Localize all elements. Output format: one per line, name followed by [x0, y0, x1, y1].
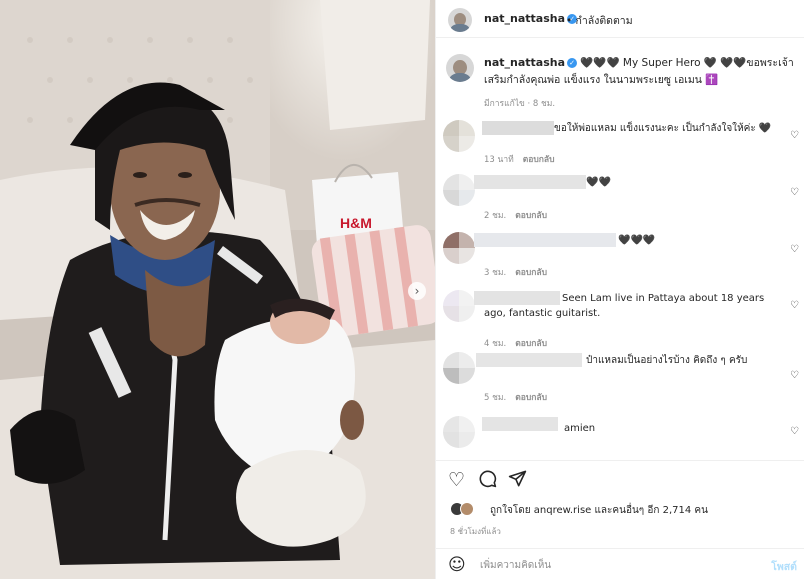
post-photo[interactable]: H&M ›: [0, 0, 435, 579]
comment-time: 2 ชม.: [484, 211, 507, 221]
reply-button[interactable]: ตอบกลับ: [515, 393, 547, 403]
comment-time: 3 ชม.: [484, 268, 507, 278]
author-username-text[interactable]: nat_nattasha: [484, 12, 565, 25]
commenter-avatar[interactable]: [443, 120, 475, 152]
comment-meta: 2 ชม. ตอบกลับ: [484, 208, 556, 222]
liker-avatar: [460, 502, 474, 516]
caption-avatar[interactable]: [446, 54, 474, 82]
comment-meta: 5 ชม. ตอบกลับ: [484, 390, 556, 404]
comment-input[interactable]: เพิ่มความคิดเห็น: [480, 558, 551, 573]
comment-item: 🖤🖤 2 ชม. ตอบกลับ ♡: [436, 172, 804, 228]
verified-badge-icon: ✓: [567, 58, 578, 68]
comment-like-heart-icon[interactable]: ♡: [790, 244, 799, 255]
commenter-avatar[interactable]: [443, 352, 475, 384]
commenter-avatar[interactable]: [443, 290, 475, 322]
comment-text: ขอให้พ่อแหลม แข็งแรงนะคะ เป็นกำลังใจให้ค…: [554, 123, 772, 134]
photo-illustration: H&M: [0, 0, 435, 579]
author-username[interactable]: nat_nattasha ✓: [484, 12, 578, 25]
comment-item: 🖤🖤🖤 3 ชม. ตอบกลับ ♡: [436, 230, 804, 286]
next-photo-button[interactable]: ›: [408, 282, 426, 300]
follow-status[interactable]: • กำลังติดตาม: [566, 12, 633, 29]
reply-button[interactable]: ตอบกลับ: [515, 268, 547, 278]
comment-like-heart-icon[interactable]: ♡: [790, 187, 799, 198]
caption-username[interactable]: nat_nattasha: [484, 56, 565, 69]
reply-button[interactable]: ตอบกลับ: [515, 211, 547, 221]
commenter-avatar[interactable]: [443, 232, 475, 264]
post-timestamp: 8 ชั่วโมงที่แล้ว: [450, 527, 501, 536]
comment-text: Seen Lam live in Pattaya about 18 years …: [484, 293, 765, 319]
shopping-bag-logo: H&M: [340, 215, 372, 231]
send-icon[interactable]: [508, 469, 527, 493]
reply-button[interactable]: ตอบกลับ: [523, 155, 555, 165]
commenter-avatar[interactable]: [443, 416, 475, 448]
comment-text: 🖤🖤🖤: [618, 235, 656, 246]
comment-text: 🖤🖤: [586, 177, 611, 188]
post-comment-button[interactable]: โพสต์: [771, 558, 797, 575]
comment-time: 5 ชม.: [484, 393, 507, 403]
author-avatar[interactable]: [448, 8, 472, 32]
comment-item: Seen Lam live in Pattaya about 18 years …: [436, 288, 804, 349]
emoji-icon[interactable]: ☺: [448, 555, 466, 575]
comment-time: 13 นาที: [484, 155, 514, 165]
commenter-username-blurred[interactable]: [476, 353, 582, 367]
caption-meta: มีการแก้ไข · 8 ชม.: [484, 99, 556, 109]
comment-like-heart-icon[interactable]: ♡: [790, 300, 799, 311]
comment-meta: 3 ชม. ตอบกลับ: [484, 265, 556, 279]
comment-text: amien: [564, 423, 596, 434]
commenter-username-blurred[interactable]: [482, 417, 558, 431]
commenter-username-blurred[interactable]: [474, 233, 616, 247]
comment-item: ป๋าแหลมเป็นอย่างไรบ้าง คิดถึง ๆ ครับ 5 ช…: [436, 350, 804, 406]
comment-text: ป๋าแหลมเป็นอย่างไรบ้าง คิดถึง ๆ ครับ: [586, 355, 748, 366]
comment-like-heart-icon[interactable]: ♡: [790, 130, 799, 141]
add-comment-bar: ☺ เพิ่มความคิดเห็น โพสต์: [436, 548, 804, 579]
comment-like-heart-icon[interactable]: ♡: [790, 426, 799, 437]
post-header: nat_nattasha ✓ • กำลังติดตาม: [436, 0, 804, 38]
comment-meta: 4 ชม. ตอบกลับ: [484, 336, 556, 350]
reply-button[interactable]: ตอบกลับ: [515, 339, 547, 349]
comment-time: 4 ชม.: [484, 339, 507, 349]
post-caption: nat_nattasha ✓ 🖤🖤🖤 My Super Hero 🖤 🖤🖤ขอพร…: [484, 54, 796, 89]
post-side-panel: nat_nattasha ✓ • กำลังติดตาม nat_nattasha…: [435, 0, 804, 579]
comment-meta: 13 นาที ตอบกลับ: [484, 152, 564, 166]
likes-text[interactable]: ถูกใจโดย anqrew.rise และคนอื่นๆ อีก 2,71…: [490, 503, 708, 518]
commenter-avatar[interactable]: [443, 174, 475, 206]
comment-item: ขอให้พ่อแหลม แข็งแรงนะคะ เป็นกำลังใจให้ค…: [436, 118, 804, 174]
post-actions-bar: ♡: [436, 460, 804, 500]
commenter-username-blurred[interactable]: [482, 121, 554, 135]
commenter-username-blurred[interactable]: [474, 175, 586, 189]
comment-like-heart-icon[interactable]: ♡: [790, 370, 799, 381]
heart-icon[interactable]: ♡: [448, 469, 465, 491]
comment-icon[interactable]: [478, 469, 497, 493]
